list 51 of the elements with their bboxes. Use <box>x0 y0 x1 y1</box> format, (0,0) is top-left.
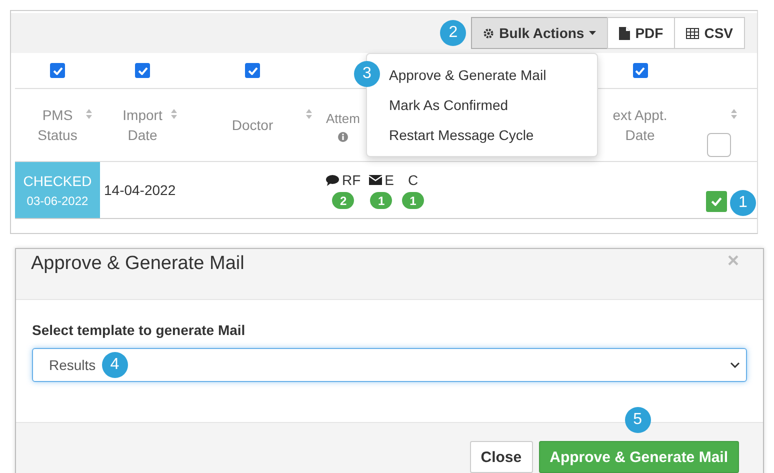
step-number-badge: 5 <box>624 407 651 433</box>
dialog-title: Approve & Generate Mail <box>31 253 244 275</box>
chevron-down-icon <box>730 362 740 368</box>
column-header: Doctor <box>232 116 274 135</box>
column-header: PMS Status <box>36 106 78 145</box>
checkmark-icon <box>52 66 62 74</box>
column-checkbox[interactable] <box>135 63 150 78</box>
checkmark-icon <box>711 197 722 206</box>
close-button[interactable]: Close <box>470 441 533 473</box>
status-label: CHECKED <box>23 172 92 188</box>
checkmark-icon <box>635 66 645 74</box>
count-badge: 2 <box>332 192 354 209</box>
sort-icon[interactable] <box>86 109 92 119</box>
column-checkbox[interactable] <box>632 63 648 78</box>
sort-icon[interactable] <box>306 109 312 119</box>
count-badge: 1 <box>370 192 392 209</box>
column-checkbox[interactable] <box>50 63 65 78</box>
step-number-badge: 3 <box>354 61 380 87</box>
menu-item[interactable]: Mark As Confirmed <box>389 90 508 120</box>
caret-icon <box>589 31 596 35</box>
menu-item[interactable]: Restart Message Cycle <box>389 120 534 150</box>
select-all-checkbox[interactable] <box>707 133 731 157</box>
column-checkbox[interactable] <box>245 63 260 78</box>
table-icon <box>686 28 700 38</box>
column-header: ext Appt. Date <box>612 106 668 145</box>
gear-icon <box>483 28 494 38</box>
document-icon <box>619 26 630 40</box>
message-type-label: E <box>384 172 394 188</box>
envelope-icon <box>368 175 382 185</box>
step-number-badge: 1 <box>730 190 756 216</box>
row-checkbox[interactable] <box>706 191 727 212</box>
sort-icon[interactable] <box>731 109 737 119</box>
import-date: 14-04-2022 <box>104 182 176 198</box>
checkmark-icon <box>248 66 258 74</box>
template-dropdown[interactable]: Results 4 <box>32 348 747 382</box>
sort-icon[interactable] <box>171 109 177 119</box>
message-type-label: RF <box>342 172 361 188</box>
bulk-actions-button[interactable]: Bulk Actions <box>471 17 608 49</box>
count-badge: 1 <box>402 192 424 209</box>
step-number-badge: 4 <box>102 352 128 378</box>
message-type-label: C <box>408 172 418 188</box>
pdf-button[interactable]: PDF <box>607 17 676 49</box>
column-header: Attem <box>326 110 360 128</box>
csv-button[interactable]: CSV <box>674 17 745 49</box>
field-label: Select template to generate Mail <box>32 322 246 338</box>
step-number-badge: 2 <box>440 20 466 46</box>
checkmark-icon <box>138 66 148 74</box>
speech-bubble-icon <box>326 174 339 186</box>
status-date: 03-06-2022 <box>26 194 88 208</box>
menu-item[interactable]: Approve & Generate Mail <box>389 60 546 90</box>
column-header: Import Date <box>122 106 164 145</box>
